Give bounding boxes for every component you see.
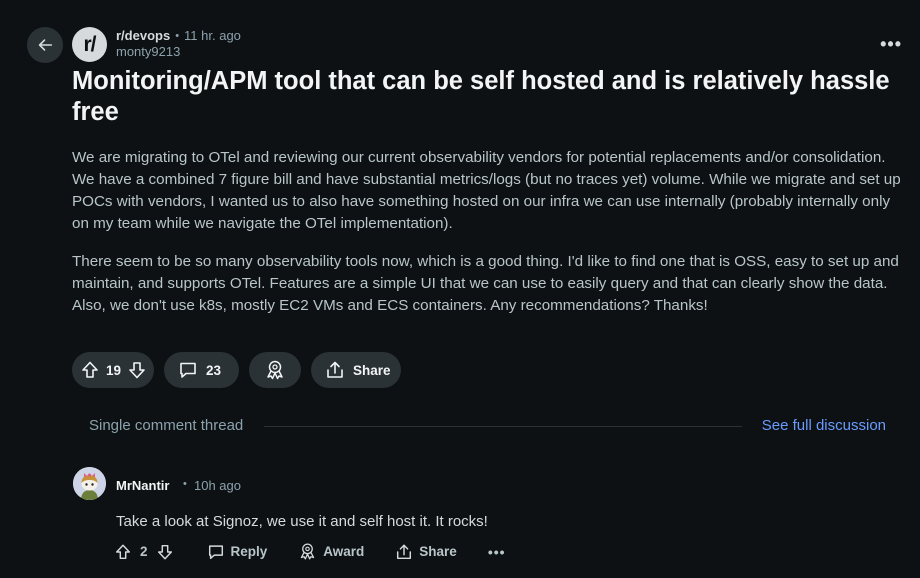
share-label: Share — [353, 362, 391, 378]
arrow-up-icon[interactable] — [80, 360, 100, 380]
share-button[interactable]: Share — [311, 352, 401, 388]
award-ribbon-icon — [298, 542, 317, 561]
share-upload-icon — [325, 360, 345, 380]
share-upload-icon — [395, 543, 413, 561]
speech-bubble-icon — [178, 360, 198, 380]
vote-count: 19 — [106, 362, 122, 378]
post-title: Monitoring/APM tool that can be self hos… — [72, 67, 890, 126]
comment-award-button[interactable]: Award — [298, 542, 364, 561]
comment-avatar[interactable] — [73, 467, 106, 500]
comment-more-button[interactable]: ••• — [488, 544, 506, 560]
comment-share-button[interactable]: Share — [395, 543, 457, 561]
reply-button[interactable]: Reply — [207, 543, 268, 561]
subreddit-avatar[interactable]: r/ — [72, 27, 107, 62]
post-body: We are migrating to OTel and reviewing o… — [72, 147, 902, 333]
post-body-paragraph: We are migrating to OTel and reviewing o… — [72, 149, 901, 232]
vote-control: 19 — [72, 352, 154, 388]
comment-author[interactable]: MrNantir — [116, 478, 169, 493]
comment-vote-control: 2 — [114, 543, 174, 561]
arrow-left-icon — [36, 36, 54, 54]
comment-meta-separator: • — [183, 478, 187, 490]
comment-share-label: Share — [419, 544, 457, 559]
comment-count: 23 — [206, 362, 222, 378]
post-author[interactable]: monty9213 — [116, 44, 180, 59]
snoo-avatar-image — [73, 467, 106, 500]
award-button[interactable] — [249, 352, 301, 388]
comments-button[interactable]: 23 — [164, 352, 239, 388]
arrow-down-icon[interactable] — [156, 543, 174, 561]
reply-label: Reply — [230, 544, 268, 559]
post-time: 11 hr. ago — [184, 28, 241, 43]
ellipsis-icon: ••• — [487, 543, 506, 560]
post-body-paragraph: There seem to be so many observability t… — [72, 253, 899, 314]
comment-time: 10h ago — [194, 478, 241, 493]
subreddit-icon-text: r/ — [83, 32, 96, 56]
meta-separator: • — [175, 29, 180, 42]
comment-actions: 2 Reply Award Share ••• — [114, 542, 506, 561]
thread-divider — [264, 426, 742, 427]
more-options-button[interactable]: ••• — [880, 34, 902, 54]
award-label: Award — [323, 544, 365, 559]
arrow-up-icon[interactable] — [114, 543, 132, 561]
award-ribbon-icon — [264, 359, 286, 381]
comment-vote-count: 2 — [140, 544, 148, 559]
thread-label: Single comment thread — [89, 417, 244, 434]
ellipsis-icon: ••• — [880, 34, 902, 54]
comment-text: Take a look at Signoz, we use it and sel… — [116, 513, 488, 530]
arrow-down-icon[interactable] — [127, 360, 147, 380]
speech-bubble-icon — [207, 543, 225, 561]
post-actions: 19 23 Share — [72, 352, 401, 388]
subreddit-name[interactable]: r/devops — [116, 28, 170, 43]
post-meta: r/devops • 11 hr. ago — [116, 28, 241, 43]
see-full-discussion-link[interactable]: See full discussion — [762, 417, 886, 434]
back-button[interactable] — [27, 27, 63, 63]
